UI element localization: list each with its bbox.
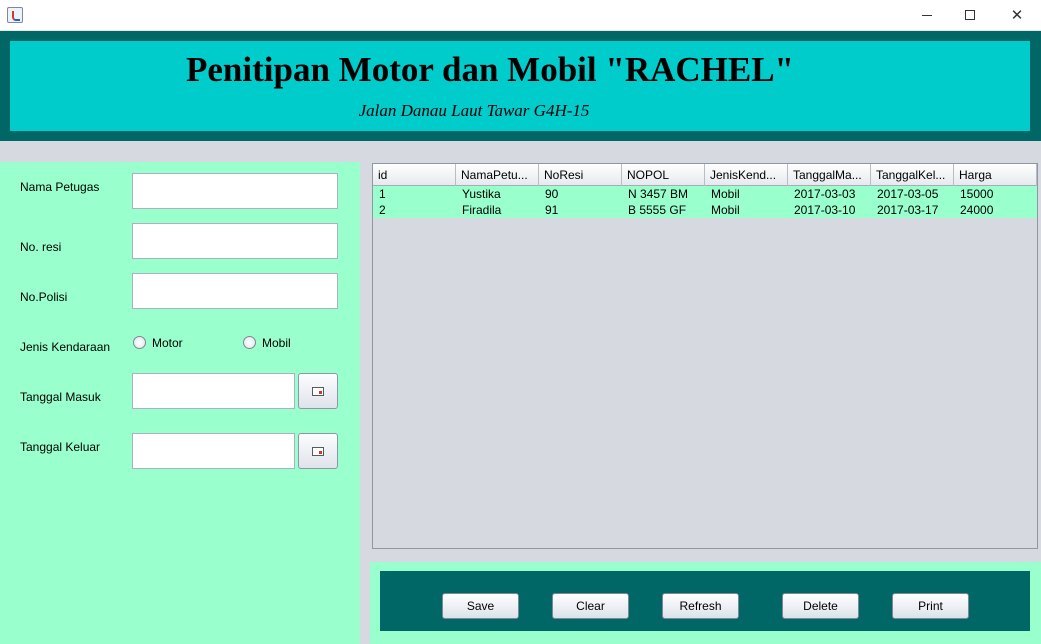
column-header-harga[interactable]: Harga xyxy=(954,164,1037,186)
radio-mobil-label[interactable]: Mobil xyxy=(262,336,291,350)
no-resi-field[interactable] xyxy=(132,223,338,259)
table-cell: 24000 xyxy=(960,203,994,217)
column-header-nama-petugas[interactable]: NamaPetu... xyxy=(456,164,539,186)
table-cell: 2017-03-17 xyxy=(877,203,939,217)
tanggal-keluar-field[interactable] xyxy=(132,433,295,469)
no-polisi-input[interactable] xyxy=(133,274,337,308)
table-cell: Yustika xyxy=(462,187,501,201)
java-app-icon xyxy=(7,7,23,23)
tanggal-masuk-field[interactable] xyxy=(132,373,295,409)
tanggal-masuk-calendar-button[interactable] xyxy=(298,373,338,409)
column-header-nopol[interactable]: NOPOL xyxy=(622,164,705,186)
refresh-button[interactable]: Refresh xyxy=(662,593,739,619)
tanggal-keluar-input[interactable] xyxy=(133,434,294,468)
save-button[interactable]: Save xyxy=(442,593,519,619)
table-cell: 2017-03-05 xyxy=(877,187,939,201)
nama-petugas-input[interactable] xyxy=(133,174,337,208)
table-row[interactable]: 1 Yustika 90 N 3457 BM Mobil 2017-03-03 … xyxy=(373,186,1037,202)
column-header-id[interactable]: id xyxy=(373,164,456,186)
table-cell: Mobil xyxy=(711,203,740,217)
table-cell: N 3457 BM xyxy=(628,187,689,201)
table-row[interactable]: 2 Firadila 91 B 5555 GF Mobil 2017-03-10… xyxy=(373,202,1037,218)
close-icon: ✕ xyxy=(1010,6,1024,24)
minimize-button[interactable] xyxy=(904,0,950,30)
maximize-icon xyxy=(965,10,975,20)
column-header-no-resi[interactable]: NoResi xyxy=(539,164,622,186)
no-resi-input[interactable] xyxy=(133,224,337,258)
column-header-tanggal-masuk[interactable]: TanggalMa... xyxy=(788,164,871,186)
column-header-jenis-kendaraan[interactable]: JenisKend... xyxy=(705,164,788,186)
table-cell: 2017-03-10 xyxy=(794,203,856,217)
radio-motor[interactable] xyxy=(133,336,146,349)
no-resi-label: No. resi xyxy=(20,240,62,254)
tanggal-keluar-label: Tanggal Keluar xyxy=(20,440,101,454)
column-header-tanggal-keluar[interactable]: TanggalKel... xyxy=(871,164,954,186)
nama-petugas-label: Nama Petugas xyxy=(20,180,100,194)
table-cell: 2 xyxy=(379,203,386,217)
print-button[interactable]: Print xyxy=(892,593,969,619)
window-title-bar xyxy=(0,0,1041,31)
table-body: 1 Yustika 90 N 3457 BM Mobil 2017-03-03 … xyxy=(373,186,1037,218)
table-cell: 2017-03-03 xyxy=(794,187,856,201)
close-button[interactable]: ✕ xyxy=(994,0,1040,30)
maximize-button[interactable] xyxy=(947,0,993,30)
nama-petugas-field[interactable] xyxy=(132,173,338,209)
table-cell: B 5555 GF xyxy=(628,203,687,217)
calendar-icon xyxy=(312,446,324,456)
table-cell: 90 xyxy=(545,187,559,201)
radio-motor-label[interactable]: Motor xyxy=(152,336,183,350)
table-cell: Firadila xyxy=(462,203,502,217)
delete-button[interactable]: Delete xyxy=(782,593,859,619)
table-cell: 91 xyxy=(545,203,559,217)
page-title: Penitipan Motor dan Mobil "RACHEL" xyxy=(186,50,794,89)
table-header: id NamaPetu... NoResi NOPOL JenisKend...… xyxy=(373,164,1037,186)
no-polisi-label: No.Polisi xyxy=(20,290,68,304)
tanggal-masuk-label: Tanggal Masuk xyxy=(20,390,101,404)
tanggal-keluar-calendar-button[interactable] xyxy=(298,433,338,469)
table-cell: Mobil xyxy=(711,187,740,201)
table-cell: 15000 xyxy=(960,187,994,201)
calendar-icon xyxy=(312,386,324,396)
jenis-kendaraan-label: Jenis Kendaraan xyxy=(20,340,111,354)
no-polisi-field[interactable] xyxy=(132,273,338,309)
page-subtitle: Jalan Danau Laut Tawar G4H-15 xyxy=(358,101,590,120)
clear-button[interactable]: Clear xyxy=(552,593,629,619)
minimize-icon xyxy=(922,14,932,16)
data-table[interactable]: id NamaPetu... NoResi NOPOL JenisKend...… xyxy=(372,163,1038,549)
table-cell: 1 xyxy=(379,187,386,201)
tanggal-masuk-input[interactable] xyxy=(133,374,294,408)
radio-mobil[interactable] xyxy=(243,336,256,349)
